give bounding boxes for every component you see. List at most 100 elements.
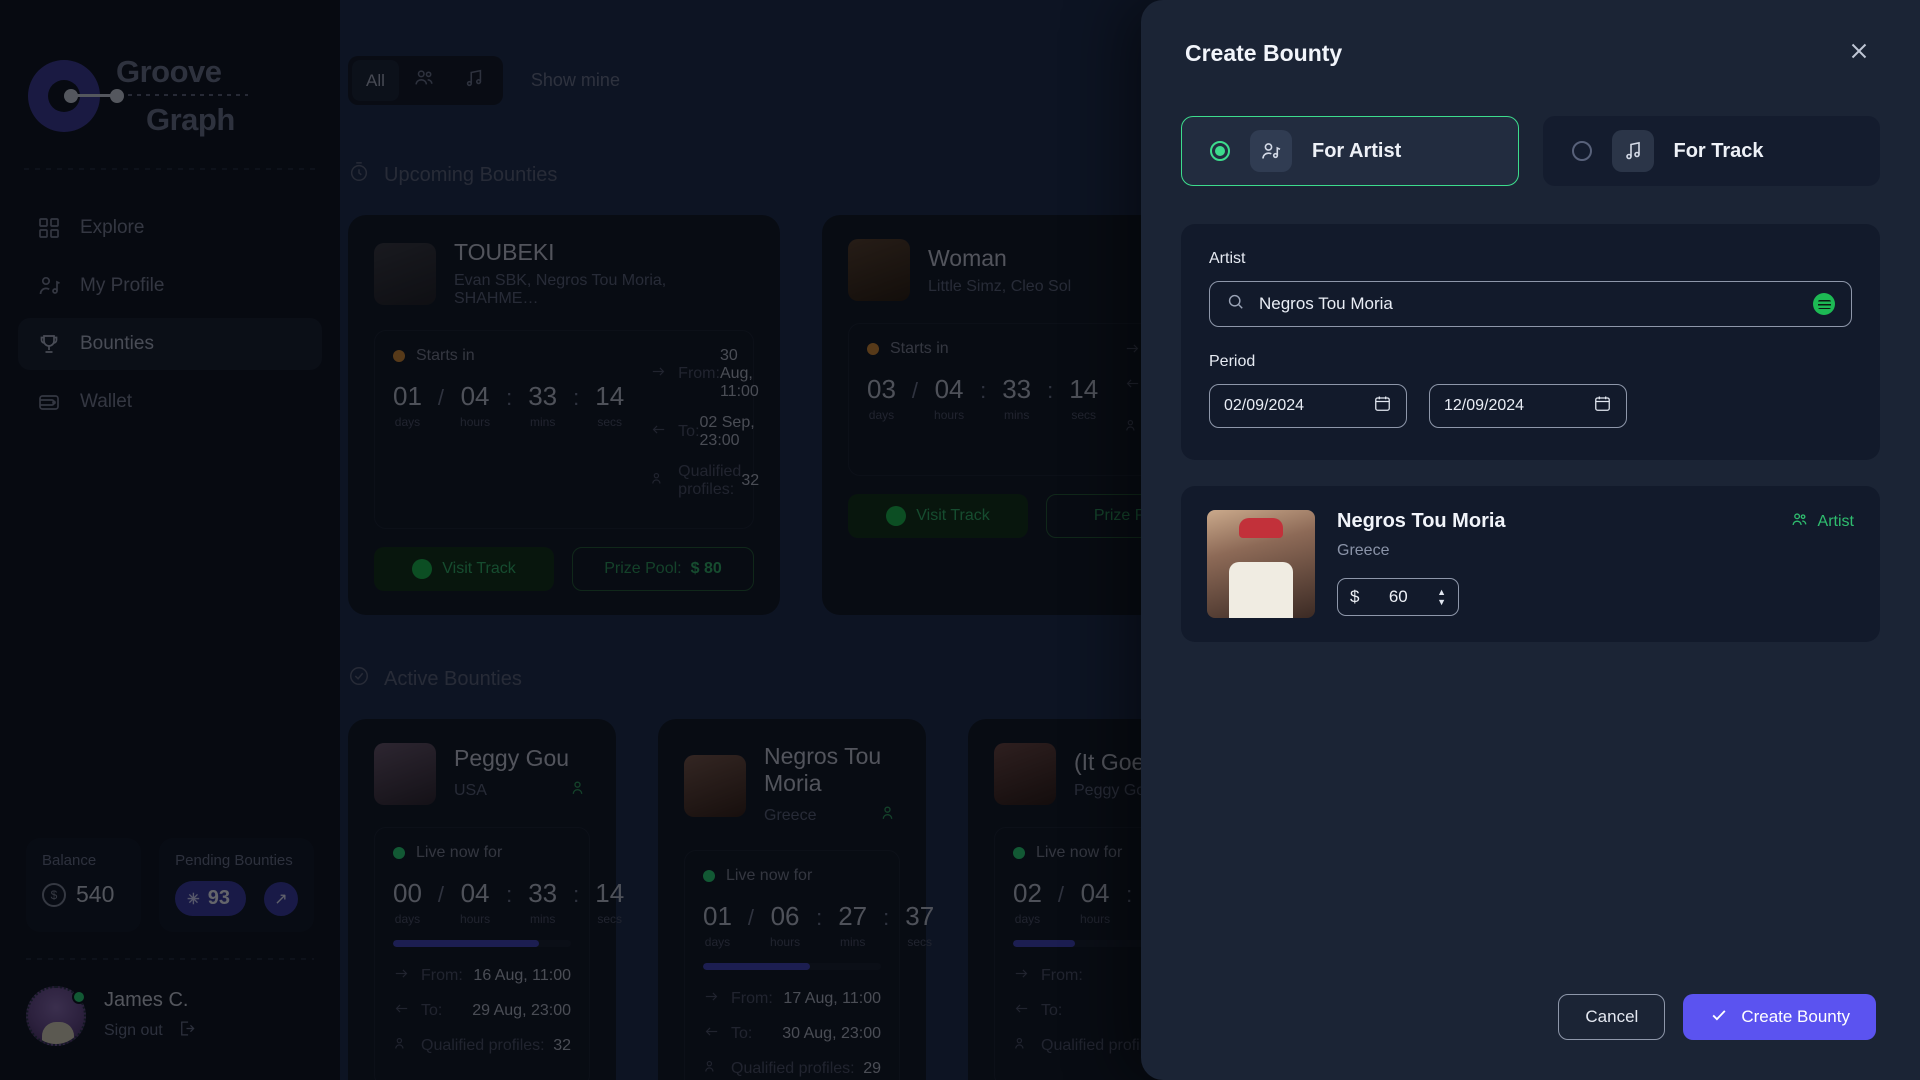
countdown-sep: : xyxy=(1126,882,1133,907)
prize-pool-button[interactable]: Prize Pool: $ 80 xyxy=(572,547,754,591)
logo-node-icon xyxy=(110,89,124,103)
bounty-card[interactable]: TOUBEKI Evan SBK, Negros Tou Moria, SHAH… xyxy=(348,215,780,615)
arrow-right-icon xyxy=(703,988,720,1010)
countdown: 00 days / 04 hours : 33 mins : 14 secs xyxy=(393,878,624,926)
online-status-icon xyxy=(72,990,86,1004)
bounty-amount-stepper[interactable]: $ 60 ▲ ▼ xyxy=(1337,578,1459,616)
show-mine-toggle[interactable]: Show mine xyxy=(531,70,620,91)
to-value: 29 Aug, 23:00 xyxy=(472,1002,571,1019)
bounty-thumbnail xyxy=(684,754,746,817)
bounty-thumbnail xyxy=(994,743,1056,805)
artist-result-card[interactable]: Negros Tou Moria Greece $ 60 ▲ ▼ Artist xyxy=(1181,486,1880,642)
type-option-for-track[interactable]: For Track xyxy=(1542,116,1880,186)
panel-header: Create Bounty xyxy=(1141,0,1920,68)
from-label: From: xyxy=(678,365,720,382)
bounty-title: Woman xyxy=(928,244,1007,271)
countdown-secs: 14 xyxy=(1069,374,1099,404)
date-to-input[interactable]: 12/09/2024 xyxy=(1429,384,1627,428)
bounty-type-selector: For Artist For Track xyxy=(1181,116,1880,186)
countdown-days-label: days xyxy=(394,912,421,926)
sidebar-item-label: My Profile xyxy=(80,275,165,296)
bounty-status: Starts in xyxy=(867,340,1098,358)
currency-symbol: $ xyxy=(1350,587,1360,606)
countdown-hours-label: hours xyxy=(770,935,801,949)
status-label: Starts in xyxy=(890,340,949,357)
bounty-form: Artist Negros Tou Moria Period 02/09/202… xyxy=(1181,224,1880,460)
countdown-sep: : xyxy=(573,882,580,907)
date-from-value: 02/09/2024 xyxy=(1224,397,1305,414)
create-bounty-button[interactable]: Create Bounty xyxy=(1683,994,1876,1040)
calendar-icon[interactable] xyxy=(1373,394,1392,418)
sidebar-item-wallet[interactable]: Wallet xyxy=(18,376,322,428)
countdown-sep: / xyxy=(437,385,445,410)
music-icon xyxy=(463,67,485,94)
bounty-card[interactable]: Negros Tou Moria Greece Live now for 01 … xyxy=(658,719,934,1080)
sidebar-item-my-profile[interactable]: My Profile xyxy=(18,260,322,312)
countdown-days-label: days xyxy=(704,935,731,949)
sidebar-item-explore[interactable]: Explore xyxy=(18,202,322,254)
type-option-for-artist[interactable]: For Artist xyxy=(1181,116,1519,186)
prize-pool-value: $ 80 xyxy=(690,560,722,577)
countdown-mins: 33 xyxy=(528,878,558,908)
sidebar-nav: Explore My Profile Bounties Wallet xyxy=(0,170,340,428)
user-name: James C. xyxy=(104,989,189,1011)
user-profile[interactable]: James C. Sign out xyxy=(26,986,314,1046)
from-value: 16 Aug, 11:00 xyxy=(473,967,571,984)
balance-label: Balance xyxy=(42,852,97,869)
status-dot-icon xyxy=(1013,847,1025,859)
stepper-arrows-icon[interactable]: ▲ ▼ xyxy=(1437,587,1446,607)
to-label: To: xyxy=(1041,1002,1063,1019)
countdown-mins: 33 xyxy=(528,381,558,411)
status-label: Starts in xyxy=(416,347,475,364)
filter-all[interactable]: All xyxy=(352,60,399,101)
pending-bounties-card[interactable]: Pending Bounties ✳ 93 ↗ xyxy=(159,838,314,932)
countdown-mins-label: mins xyxy=(1003,408,1030,422)
calendar-icon[interactable] xyxy=(1593,394,1612,418)
sidebar-item-bounties[interactable]: Bounties xyxy=(18,318,322,370)
period-field-label: Period xyxy=(1209,353,1256,370)
panel-title: Create Bounty xyxy=(1185,39,1343,66)
pending-open-icon[interactable]: ↗ xyxy=(264,881,298,916)
balance-value: 540 xyxy=(76,881,115,907)
visit-track-button[interactable]: Visit Track xyxy=(374,547,554,591)
bounty-from-row: From: 30 Aug, 11:00 xyxy=(650,347,759,401)
filter-all-label: All xyxy=(366,70,385,90)
music-note-icon xyxy=(1611,130,1654,172)
close-icon[interactable] xyxy=(1846,38,1876,68)
cancel-button[interactable]: Cancel xyxy=(1558,994,1666,1040)
to-label: To: xyxy=(421,1002,443,1019)
sidebar-footer: Balance $ 540 Pending Bounties ✳ 93 ↗ Ja… xyxy=(0,838,340,1080)
visit-track-label: Visit Track xyxy=(442,560,516,577)
radio-for-artist[interactable] xyxy=(1210,141,1230,161)
bounty-subtitle: Little Simz, Cleo Sol xyxy=(928,277,1072,295)
filter-tracks[interactable] xyxy=(449,60,499,101)
people-icon xyxy=(1013,1035,1030,1057)
artist-search-input[interactable]: Negros Tou Moria xyxy=(1209,281,1852,327)
countdown-hours: 04 xyxy=(460,381,490,411)
date-from-input[interactable]: 02/09/2024 xyxy=(1209,384,1407,428)
app-logo[interactable]: Groove Graph xyxy=(0,0,340,168)
countdown-sep: / xyxy=(437,882,445,907)
filter-artists[interactable] xyxy=(399,60,449,101)
to-value: 30 Aug, 23:00 xyxy=(782,1025,881,1042)
countdown-secs: 14 xyxy=(595,878,625,908)
from-label: From: xyxy=(1041,967,1083,984)
arrow-right-icon xyxy=(1124,340,1141,362)
countdown-sep: / xyxy=(747,905,755,930)
sign-out-button[interactable]: Sign out xyxy=(104,1019,196,1043)
bounty-subtitle: USA xyxy=(454,781,487,799)
profiles-value: 29 xyxy=(863,1060,881,1077)
bounty-card[interactable]: Peggy Gou USA Live now for 00 days / 04 … xyxy=(348,719,624,1080)
countdown-hours: 04 xyxy=(460,878,490,908)
user-music-icon xyxy=(36,273,62,299)
radio-for-track[interactable] xyxy=(1571,141,1592,161)
type-label: For Track xyxy=(1673,139,1764,162)
status-dot-icon xyxy=(703,870,715,882)
status-dot-icon xyxy=(393,350,405,362)
section-title: Active Bounties xyxy=(384,667,522,690)
arrow-left-icon xyxy=(650,421,667,443)
visit-track-button[interactable]: Visit Track xyxy=(848,494,1028,538)
status-label: Live now for xyxy=(416,844,503,861)
countdown-hours-label: hours xyxy=(1080,912,1111,926)
countdown-days: 01 xyxy=(393,381,422,411)
